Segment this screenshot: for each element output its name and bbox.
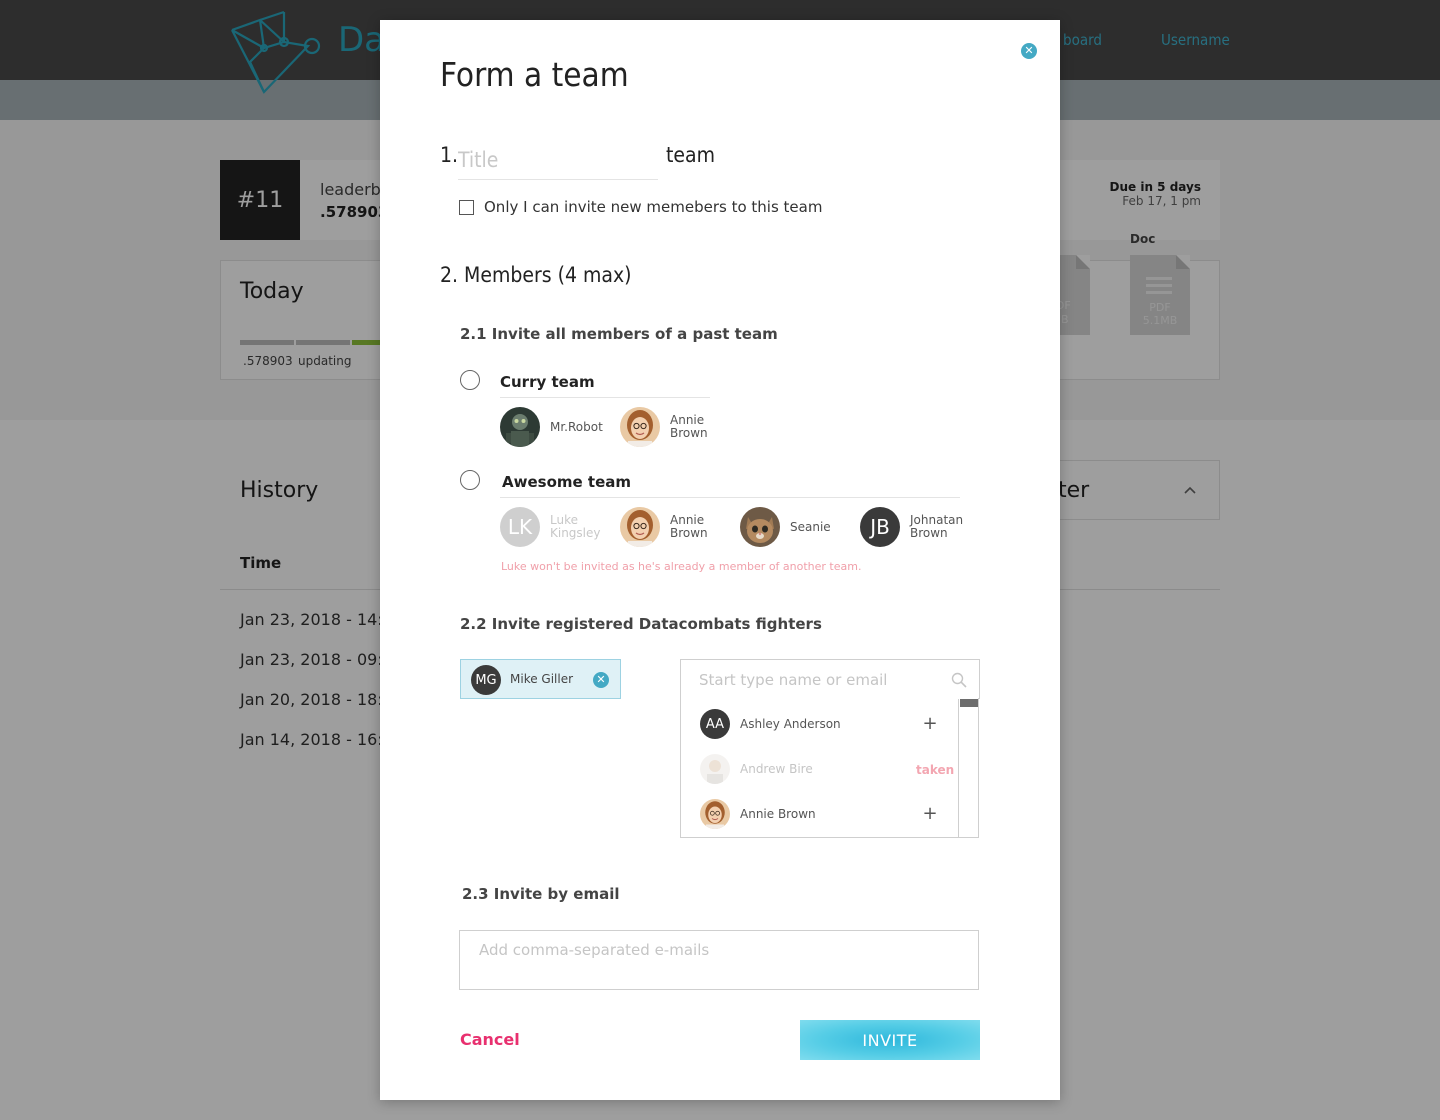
member-search-box xyxy=(680,659,980,699)
annie-avatar xyxy=(620,507,660,547)
team-suffix-label: team xyxy=(666,143,716,167)
team-name[interactable]: Curry team xyxy=(500,373,595,391)
curry-team-radio[interactable] xyxy=(460,370,480,390)
annie-avatar xyxy=(620,407,660,447)
past-team-heading: 2.1 Invite all members of a past team xyxy=(460,325,778,343)
avatar: AA xyxy=(700,709,730,739)
avatar-initials: JB xyxy=(870,515,890,539)
chip-name: Mike Giller xyxy=(510,672,574,686)
registered-heading: 2.2 Invite registered Datacombats fighte… xyxy=(460,615,822,633)
selected-member-chip: MG Mike Giller ✕ xyxy=(460,659,621,699)
robot-avatar xyxy=(500,407,540,447)
search-icon[interactable] xyxy=(951,672,967,688)
modal-title: Form a team xyxy=(440,55,629,94)
cat-avatar xyxy=(740,507,780,547)
email-invite-heading: 2.3 Invite by email xyxy=(462,885,620,903)
close-icon[interactable]: ✕ xyxy=(1021,43,1037,59)
cancel-button[interactable]: Cancel xyxy=(460,1030,520,1049)
results-scrollbar-thumb[interactable] xyxy=(960,699,978,707)
results-scrollbar[interactable] xyxy=(958,699,978,837)
team-name[interactable]: Awesome team xyxy=(502,473,631,491)
member-name-last: Brown xyxy=(670,426,708,440)
result-name[interactable]: Ashley Anderson xyxy=(740,717,841,731)
result-name[interactable]: Annie Brown xyxy=(740,807,816,821)
add-member-icon[interactable]: + xyxy=(922,713,938,734)
result-name: Andrew Bire xyxy=(740,762,813,776)
member-search-input[interactable] xyxy=(699,670,939,690)
annie-avatar xyxy=(700,799,730,829)
andrew-avatar xyxy=(700,754,730,784)
already-member-warning: Luke won't be invited as he's already a … xyxy=(501,560,862,573)
member-name-last: Brown xyxy=(910,526,948,540)
awesome-team-radio[interactable] xyxy=(460,470,480,490)
remove-chip-icon[interactable]: ✕ xyxy=(593,672,609,688)
avatar-initials: AA xyxy=(705,716,725,732)
add-member-icon[interactable]: + xyxy=(922,803,938,824)
divider xyxy=(500,497,960,498)
avatar-initials: LK xyxy=(507,515,533,539)
avatar: MG xyxy=(471,665,501,695)
members-heading: 2. Members (4 max) xyxy=(440,263,632,287)
member-name: Mr.Robot xyxy=(550,420,603,434)
invite-button[interactable]: INVITE xyxy=(800,1020,980,1060)
team-title-input[interactable] xyxy=(458,140,658,180)
only-me-invite-label[interactable]: Only I can invite new memebers to this t… xyxy=(484,198,822,216)
member-name-last: Brown xyxy=(670,526,708,540)
divider xyxy=(500,397,710,398)
only-me-invite-checkbox[interactable] xyxy=(459,200,474,215)
avatar-initials: MG xyxy=(475,672,497,688)
email-invite-input[interactable] xyxy=(459,930,979,990)
avatar: LK xyxy=(500,507,540,547)
member-name: Seanie xyxy=(790,520,831,534)
taken-status: taken xyxy=(916,763,955,777)
avatar: JB xyxy=(860,507,900,547)
member-name-last: Kingsley xyxy=(550,526,601,540)
step-1-number: 1. xyxy=(440,143,459,167)
